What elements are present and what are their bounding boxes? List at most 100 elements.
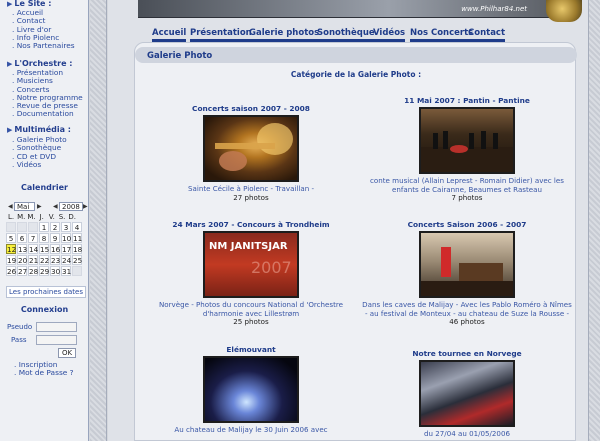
album-count: 46 photos bbox=[449, 317, 485, 327]
calendar-day[interactable]: 21 bbox=[28, 255, 38, 265]
menu-videos[interactable]: Vidéos bbox=[373, 27, 406, 42]
album-card: Concerts Saison 2006 - 2007 Dans les cav… bbox=[362, 220, 572, 327]
pseudo-input[interactable] bbox=[36, 322, 77, 332]
next-dates-link[interactable]: Les prochaines dates bbox=[6, 286, 86, 298]
thumb-text: NM JANITSJAR bbox=[209, 241, 288, 252]
album-card: Notre tournee en Norvege du 27/04 au 01/… bbox=[362, 349, 572, 439]
calendar-day[interactable]: 26 bbox=[6, 266, 16, 276]
caves-photo bbox=[421, 247, 513, 296]
calendar-day[interactable]: 15 bbox=[39, 244, 49, 254]
header-banner: www.Philhar84.net bbox=[138, 0, 555, 18]
calendar-day[interactable]: 31 bbox=[61, 266, 71, 276]
calendar-day[interactable]: 8 bbox=[39, 233, 49, 243]
arrow-icon: ▶ bbox=[7, 0, 13, 8]
ok-button[interactable]: OK bbox=[58, 348, 76, 358]
month-select[interactable]: Mai bbox=[14, 202, 35, 211]
album-thumbnail[interactable] bbox=[419, 231, 515, 298]
album-card: Concerts saison 2007 - 2008 Sainte Cécil… bbox=[146, 104, 356, 202]
menu-sonotheque[interactable]: Sonothèque bbox=[317, 27, 375, 42]
calendar-day[interactable]: 17 bbox=[61, 244, 71, 254]
prev-year-icon[interactable]: ◀ bbox=[53, 203, 58, 210]
calendar-day[interactable]: 6 bbox=[17, 233, 27, 243]
calendar-day[interactable]: 7 bbox=[28, 233, 38, 243]
calendar-day[interactable]: 30 bbox=[50, 266, 60, 276]
calendar-day[interactable]: 28 bbox=[28, 266, 38, 276]
day-header: V. bbox=[48, 213, 55, 221]
orchestre-section-title: ▶ L'Orchestre : bbox=[7, 59, 73, 68]
sidebar-link-documentation[interactable]: . Documentation bbox=[12, 110, 83, 119]
menu-nos-concerts[interactable]: Nos Concerts bbox=[410, 27, 474, 42]
menu-galerie-photos[interactable]: Galerie photos bbox=[249, 27, 320, 42]
logo bbox=[546, 0, 582, 22]
left-gutter bbox=[90, 0, 107, 441]
calendar-day[interactable]: 4 bbox=[72, 222, 82, 232]
album-title[interactable]: Elémouvant bbox=[146, 345, 356, 354]
calendar-day[interactable]: 3 bbox=[61, 222, 71, 232]
calendar-empty-cell bbox=[28, 222, 38, 232]
album-title[interactable]: Notre tournee en Norvege bbox=[362, 349, 572, 358]
banner-url: www.Philhar84.net bbox=[461, 5, 527, 13]
stage-photo bbox=[421, 131, 513, 172]
menu-presentation[interactable]: Présentation bbox=[190, 27, 252, 42]
calendar-day[interactable]: 2 bbox=[50, 222, 60, 232]
album-title[interactable]: Concerts Saison 2006 - 2007 bbox=[362, 220, 572, 229]
album-thumbnail[interactable] bbox=[203, 115, 299, 182]
thumb-year: 2007 bbox=[251, 258, 292, 277]
album-thumbnail[interactable] bbox=[203, 356, 299, 423]
calendar-empty-cell bbox=[72, 266, 82, 276]
calendar-day[interactable]: 27 bbox=[17, 266, 27, 276]
album-thumbnail[interactable] bbox=[419, 360, 515, 427]
calendar-day[interactable]: 1 bbox=[39, 222, 49, 232]
orchestre-links: . Présentation . Musiciens . Concerts . … bbox=[12, 68, 83, 119]
album-count: 25 photos bbox=[233, 317, 269, 327]
sidebar-link-partenaires[interactable]: . Nos Partenaires bbox=[12, 41, 75, 50]
album-card: 11 Mai 2007 : Pantin - Pantine conte mus… bbox=[362, 96, 572, 203]
calendar-day[interactable]: 16 bbox=[50, 244, 60, 254]
menu-accueil[interactable]: Accueil bbox=[152, 27, 187, 42]
multimedia-links: . Galerie Photo . Sonothèque . CD et DVD… bbox=[12, 135, 67, 169]
gallery-panel: Galerie Photo Catégorie de la Galerie Ph… bbox=[134, 42, 577, 441]
calendar-day[interactable]: 5 bbox=[6, 233, 16, 243]
pseudo-label: Pseudo bbox=[7, 323, 33, 331]
top-menu: Accueil Présentation Galerie photos Sono… bbox=[152, 27, 546, 43]
calendar-day[interactable]: 9 bbox=[50, 233, 60, 243]
calendar-empty-cell bbox=[17, 222, 27, 232]
forgot-password-link[interactable]: . Mot de Passe ? bbox=[14, 368, 74, 377]
album-thumbnail[interactable]: NM JANITSJAR 2007 bbox=[203, 231, 299, 298]
year-select[interactable]: 2008 bbox=[59, 202, 83, 211]
calendar-day[interactable]: 12 bbox=[6, 244, 16, 254]
calendar-day-headers: L. M. M. J. V. S. D. bbox=[6, 213, 86, 221]
menu-contact[interactable]: Contact bbox=[468, 27, 506, 42]
calendar-day[interactable]: 24 bbox=[61, 255, 71, 265]
calendar-header: ◀ Mai ▶ ◀ 2008 ▶ bbox=[8, 202, 88, 212]
calendar-day[interactable]: 18 bbox=[72, 244, 82, 254]
concours-photo: NM JANITSJAR 2007 bbox=[209, 241, 292, 277]
calendar-day[interactable]: 20 bbox=[17, 255, 27, 265]
day-header: J. bbox=[39, 213, 44, 221]
sidebar-link-videos[interactable]: . Vidéos bbox=[12, 160, 67, 169]
calendar-day[interactable]: 25 bbox=[72, 255, 82, 265]
next-year-icon[interactable]: ▶ bbox=[83, 203, 88, 210]
album-title[interactable]: Concerts saison 2007 - 2008 bbox=[146, 104, 356, 113]
calendar-day[interactable]: 10 bbox=[61, 233, 71, 243]
calendar-title: Calendrier bbox=[21, 183, 68, 192]
password-input[interactable] bbox=[36, 335, 77, 345]
calendar-day[interactable]: 22 bbox=[39, 255, 49, 265]
calendar-day[interactable]: 29 bbox=[39, 266, 49, 276]
album-count: 7 photos bbox=[451, 193, 483, 203]
next-month-icon[interactable]: ▶ bbox=[37, 203, 42, 210]
calendar-day[interactable]: 23 bbox=[50, 255, 60, 265]
album-thumbnail[interactable] bbox=[419, 107, 515, 174]
calendar-day[interactable]: 19 bbox=[6, 255, 16, 265]
day-header: L. bbox=[8, 213, 15, 221]
calendar-day[interactable]: 11 bbox=[72, 233, 82, 243]
prev-month-icon[interactable]: ◀ bbox=[8, 203, 13, 210]
calendar-day[interactable]: 13 bbox=[17, 244, 27, 254]
album-title[interactable]: 24 Mars 2007 - Concours à Trondheim bbox=[146, 220, 356, 229]
calendar-day[interactable]: 14 bbox=[28, 244, 38, 254]
multimedia-section-title: ▶ Multimédia : bbox=[7, 125, 71, 134]
main-content: www.Philhar84.net Accueil Présentation G… bbox=[108, 0, 588, 441]
album-caption: conte musical (Allain Leprest - Romain D… bbox=[370, 176, 564, 194]
album-title[interactable]: 11 Mai 2007 : Pantin - Pantine bbox=[362, 96, 572, 105]
login-title: Connexion bbox=[20, 305, 69, 314]
